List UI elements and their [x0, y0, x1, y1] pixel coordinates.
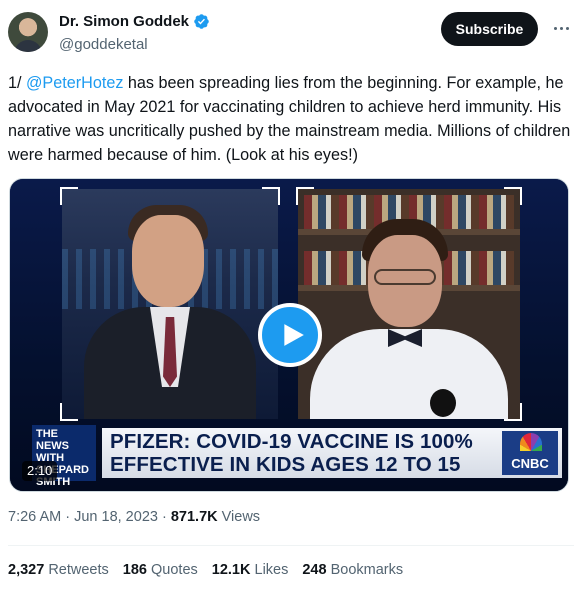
video-duration: 2:10	[22, 461, 58, 481]
verified-badge-icon[interactable]	[193, 13, 210, 30]
mention-link[interactable]: @PeterHotez	[26, 74, 123, 92]
tweet-time[interactable]: 7:26 AM	[8, 509, 61, 525]
guest-panel	[298, 189, 520, 419]
author-name[interactable]: Dr. Simon Goddek	[59, 13, 189, 30]
headline-line-1: PFIZER: COVID-19 VACCINE IS 100%	[110, 430, 473, 453]
more-horizontal-icon[interactable]	[548, 14, 574, 42]
retweets-stat[interactable]: 2,327 Retweets	[8, 562, 109, 578]
author-name-row: Dr. Simon Goddek	[59, 13, 210, 30]
cnbc-peacock-icon	[520, 433, 542, 451]
play-button[interactable]	[258, 303, 322, 367]
tweet-date[interactable]: Jun 18, 2023	[74, 509, 158, 525]
video-player[interactable]: PFIZER: COVID-19 VACCINE IS 100% EFFECTI…	[9, 178, 569, 492]
anchor-panel	[62, 189, 278, 419]
tweet-meta: 7:26 AM · Jun 18, 2023 · 871.7K Views	[8, 509, 261, 525]
views-count: 871.7K	[170, 509, 218, 525]
headline-line-2: EFFECTIVE IN KIDS AGES 12 TO 15	[110, 453, 461, 476]
author-handle[interactable]: @goddeketal	[59, 36, 148, 53]
news-headline: PFIZER: COVID-19 VACCINE IS 100% EFFECTI…	[110, 430, 510, 476]
play-icon	[283, 324, 304, 346]
divider	[8, 545, 574, 546]
likes-stat[interactable]: 12.1K Likes	[212, 562, 289, 578]
quotes-stat[interactable]: 186 Quotes	[123, 562, 198, 578]
avatar[interactable]	[8, 12, 48, 52]
tweet-header: Dr. Simon Goddek @goddeketal Subscribe	[0, 0, 583, 70]
tweet-prefix: 1/	[8, 74, 26, 92]
tweet-stats: 2,327 Retweets 186 Quotes 12.1K Likes 24…	[8, 562, 403, 578]
views-label: Views	[221, 509, 261, 525]
bookmarks-stat[interactable]: 248 Bookmarks	[302, 562, 403, 578]
subscribe-button[interactable]: Subscribe	[441, 12, 538, 46]
news-lower-third: PFIZER: COVID-19 VACCINE IS 100% EFFECTI…	[32, 425, 562, 488]
tweet-text: 1/ @PeterHotez has been spreading lies f…	[8, 71, 574, 167]
